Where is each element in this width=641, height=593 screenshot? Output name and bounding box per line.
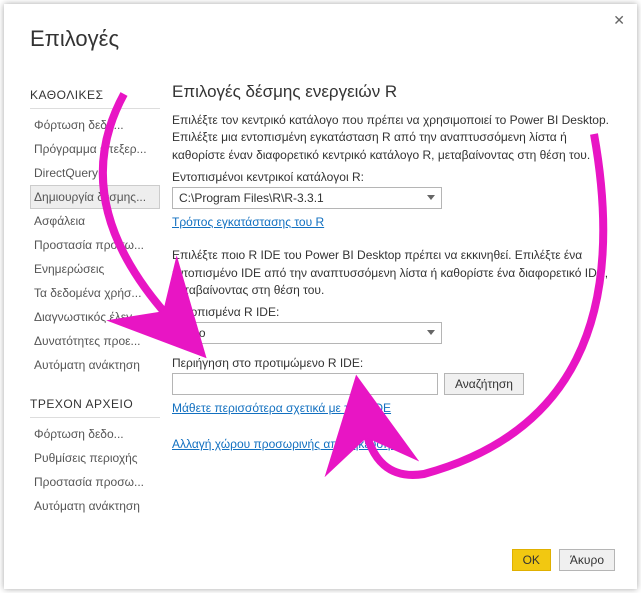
nav-privacy[interactable]: Προστασία προσω... bbox=[30, 233, 160, 257]
change-temp-storage-link[interactable]: Αλλαγή χώρου προσωρινής αποθήκευσης bbox=[172, 437, 396, 451]
nav-file-privacy[interactable]: Προστασία προσω... bbox=[30, 470, 160, 494]
dialog-title: Επιλογές bbox=[30, 26, 119, 52]
category-current-file: ΤΡΕΧΟΝ ΑΡΧΕΙΟ bbox=[30, 391, 160, 418]
nav-updates[interactable]: Ενημερώσεις bbox=[30, 257, 160, 281]
nav-r-scripting[interactable]: Δημιουργία δέσμης... bbox=[30, 185, 160, 209]
chevron-down-icon bbox=[427, 195, 435, 200]
nav-autorecover[interactable]: Αυτόματη ανάκτηση bbox=[30, 353, 160, 377]
learn-ide-link[interactable]: Μάθετε περισσότερα σχετικά με τα R IDE bbox=[172, 401, 391, 415]
nav-file-autorecover[interactable]: Αυτόματη ανάκτηση bbox=[30, 494, 160, 518]
r-ide-select[interactable]: Άλλο bbox=[172, 322, 442, 344]
nav-file-regional[interactable]: Ρυθμίσεις περιοχής bbox=[30, 446, 160, 470]
browse-path-input[interactable] bbox=[172, 373, 438, 395]
install-r-link[interactable]: Τρόπος εγκατάστασης του R bbox=[172, 215, 324, 229]
dialog-footer: OK Άκυρο bbox=[512, 549, 615, 571]
nav-data-load[interactable]: Φόρτωση δεδο... bbox=[30, 113, 160, 137]
r-home-value: C:\Program Files\R\R-3.3.1 bbox=[179, 191, 324, 205]
r-ide-value: Άλλο bbox=[179, 326, 206, 340]
browse-button[interactable]: Αναζήτηση bbox=[444, 373, 524, 395]
r-ide-label: Εντοπισμένα R IDE: bbox=[172, 305, 615, 319]
nav-file-data-load[interactable]: Φόρτωση δεδο... bbox=[30, 422, 160, 446]
nav-editor[interactable]: Πρόγραμμα επεξερ... bbox=[30, 137, 160, 161]
nav-diagnostics[interactable]: Διαγνωστικός έλεγ... bbox=[30, 305, 160, 329]
chevron-down-icon bbox=[427, 330, 435, 335]
intro-text-1: Επιλέξτε τον κεντρικό κατάλογο που πρέπε… bbox=[172, 112, 615, 164]
category-global: ΚΑΘΟΛΙΚΕΣ bbox=[30, 82, 160, 109]
r-home-label: Εντοπισμένοι κεντρικοί κατάλογοι R: bbox=[172, 170, 615, 184]
sidebar: ΚΑΘΟΛΙΚΕΣ Φόρτωση δεδο... Πρόγραμμα επεξ… bbox=[30, 82, 160, 518]
panel-heading: Επιλογές δέσμης ενεργειών R bbox=[172, 82, 615, 102]
nav-directquery[interactable]: DirectQuery bbox=[30, 161, 160, 185]
cancel-button[interactable]: Άκυρο bbox=[559, 549, 615, 571]
browse-label: Περιήγηση στο προτιμώμενο R IDE: bbox=[172, 356, 615, 370]
nav-security[interactable]: Ασφάλεια bbox=[30, 209, 160, 233]
r-home-select[interactable]: C:\Program Files\R\R-3.3.1 bbox=[172, 187, 442, 209]
ok-button[interactable]: OK bbox=[512, 549, 551, 571]
close-icon[interactable]: ✕ bbox=[613, 12, 625, 29]
nav-preview[interactable]: Δυνατότητες προε... bbox=[30, 329, 160, 353]
intro-text-2: Επιλέξτε ποιο R IDE του Power BI Desktop… bbox=[172, 247, 615, 299]
nav-usage-data[interactable]: Τα δεδομένα χρήσ... bbox=[30, 281, 160, 305]
main-panel: Επιλογές δέσμης ενεργειών R Επιλέξτε τον… bbox=[172, 82, 615, 529]
